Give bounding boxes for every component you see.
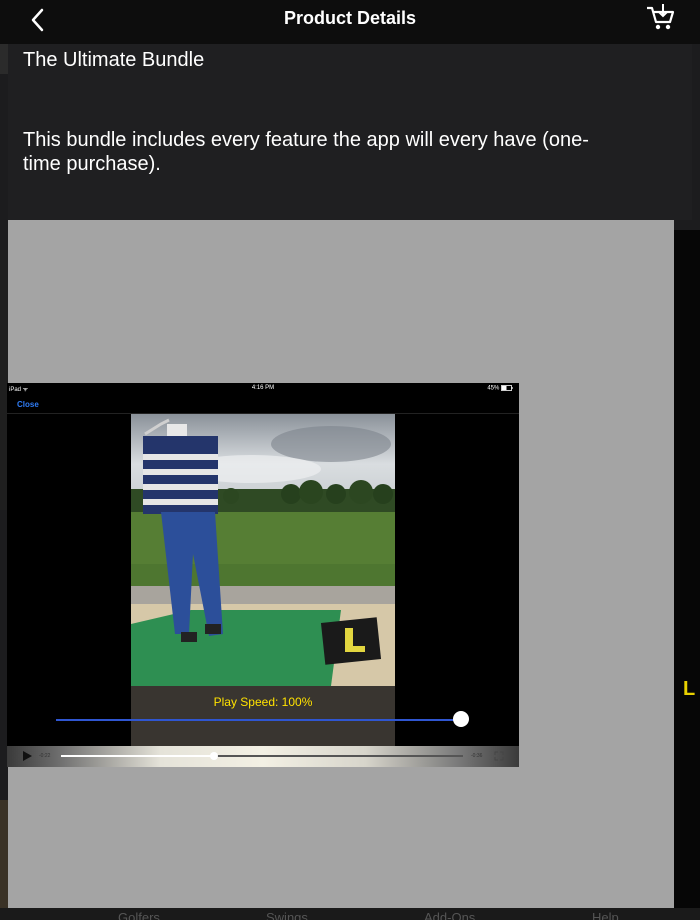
battery-percent: 45%	[487, 385, 500, 392]
fullscreen-icon[interactable]	[494, 751, 504, 761]
tab-golfers[interactable]: Golfers	[118, 910, 160, 920]
product-description: This bundle includes every feature the a…	[23, 129, 589, 175]
cart-button[interactable]	[644, 2, 678, 32]
play-speed-label: Play Speed: 100%	[213, 695, 313, 709]
background-edge-bottom	[0, 800, 8, 908]
side-badge: L	[683, 678, 696, 700]
product-title: The Ultimate Bundle	[23, 49, 205, 71]
playback-progress-fill	[61, 755, 214, 757]
play-icon[interactable]	[23, 751, 32, 761]
background-right-strip	[674, 230, 700, 920]
tab-help[interactable]: Help	[592, 910, 619, 920]
tab-swings[interactable]: Swings	[266, 910, 308, 920]
playback-scrubber-thumb[interactable]	[209, 752, 218, 760]
play-speed-slider[interactable]	[56, 719, 462, 721]
preview-screenshot: iPad ᯤ 4:16 PM 45% Close Play Speed: 100…	[7, 383, 519, 767]
page-title: Product Details	[283, 8, 417, 28]
play-speed-slider-thumb[interactable]	[453, 711, 469, 727]
background-edge-top	[0, 44, 8, 74]
cart-add-icon	[647, 4, 675, 30]
battery-icon	[501, 385, 513, 391]
time-elapsed: -0:22	[39, 753, 51, 759]
golf-swing-video-image	[131, 414, 395, 686]
status-battery: 45%	[487, 385, 513, 392]
navigation-bar: Product Details	[0, 0, 700, 44]
status-time: 4:16 PM	[251, 385, 275, 391]
tab-bar: Golfers Swings Add-Ons Help	[0, 908, 700, 920]
swing-video-frame	[131, 414, 395, 686]
video-player-controls: -0:22 -0:36	[7, 746, 519, 767]
status-bar: iPad ᯤ 4:16 PM 45%	[7, 383, 519, 395]
close-link[interactable]: Close	[17, 400, 39, 409]
tab-add-ons[interactable]: Add-Ons	[424, 910, 475, 920]
product-description-panel: The Ultimate Bundle This bundle includes…	[8, 44, 692, 220]
time-remaining: -0:36	[471, 753, 483, 759]
